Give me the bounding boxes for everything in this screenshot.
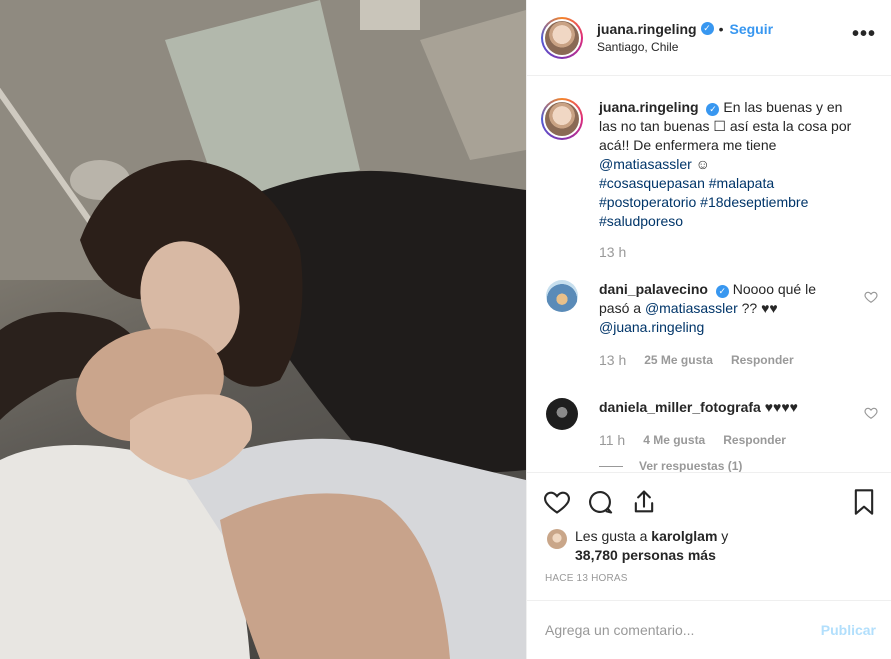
photo-illustration xyxy=(0,0,526,659)
liker-username[interactable]: karolglam xyxy=(651,528,717,544)
emoji-placeholder: ☐ xyxy=(713,118,726,134)
reply-button[interactable]: Responder xyxy=(723,431,786,450)
smile-emoji: ☺ xyxy=(691,156,710,172)
likes-count[interactable]: 38,780 personas más xyxy=(575,547,716,563)
heart-icon[interactable] xyxy=(543,488,571,516)
post-header: juana.ringeling ✓ • Seguir Santiago, Chi… xyxy=(527,0,891,76)
verified-badge-icon: ✓ xyxy=(715,285,729,298)
verified-badge-icon: ✓ xyxy=(700,22,714,35)
verified-badge-icon: ✓ xyxy=(706,103,720,116)
heart-icon[interactable] xyxy=(864,406,878,420)
reply-button[interactable]: Responder xyxy=(731,351,794,370)
bookmark-icon[interactable] xyxy=(850,488,878,516)
author-username[interactable]: juana.ringeling xyxy=(597,20,697,38)
follow-button[interactable]: Seguir xyxy=(729,20,773,38)
liker-avatar[interactable] xyxy=(547,529,567,549)
commenter-avatar[interactable] xyxy=(546,398,578,430)
replies-divider xyxy=(599,466,623,468)
liked-by-suffix: y xyxy=(717,528,729,544)
liked-by-prefix: Les gusta a xyxy=(575,528,652,544)
add-comment-bar: Agrega un comentario... Publicar xyxy=(527,600,891,659)
comment-item: daniela_miller_fotografa ♥♥♥♥ 11 h 4 Me … xyxy=(541,398,878,450)
mention-link[interactable]: @matiasassler xyxy=(645,300,738,316)
comment-icon[interactable] xyxy=(586,488,614,516)
separator-dot: • xyxy=(718,20,724,37)
commenter-username[interactable]: daniela_miller_fotografa xyxy=(599,399,761,415)
caption-avatar[interactable] xyxy=(541,98,583,140)
author-avatar[interactable] xyxy=(541,16,583,59)
post-location[interactable]: Santiago, Chile xyxy=(597,38,773,56)
comment-text: ♥♥♥♥ xyxy=(760,399,798,415)
post-side-panel: juana.ringeling ✓ • Seguir Santiago, Chi… xyxy=(526,0,891,659)
comment-item: dani_palavecino ✓ Noooo qué le pasó a @m… xyxy=(541,280,878,370)
post-timestamp[interactable]: HACE 13 HORAS xyxy=(545,573,628,584)
comment-time[interactable]: 11 h xyxy=(599,431,625,450)
caption-time[interactable]: 13 h xyxy=(599,243,626,262)
hashtags[interactable]: #cosasquepasan #malapata #postoperatorio… xyxy=(599,174,861,231)
instagram-post: juana.ringeling ✓ • Seguir Santiago, Chi… xyxy=(0,0,891,659)
share-icon[interactable] xyxy=(630,488,658,516)
liked-by: Les gusta a karolglam y 38,780 personas … xyxy=(547,527,728,565)
more-options-icon[interactable]: ••• xyxy=(852,24,876,44)
publish-button[interactable]: Publicar xyxy=(821,622,876,638)
mention-link[interactable]: @juana.ringeling xyxy=(599,319,704,335)
caption: juana.ringeling ✓ En las buenas y en las… xyxy=(541,98,878,262)
heart-icon[interactable] xyxy=(864,290,878,304)
comment-likes[interactable]: 25 Me gusta xyxy=(644,351,713,370)
comment-likes[interactable]: 4 Me gusta xyxy=(643,431,705,450)
commenter-avatar[interactable] xyxy=(546,280,578,312)
comment-text-2: ?? ♥♥ xyxy=(737,300,778,316)
mention-link[interactable]: @matiasassler xyxy=(599,156,692,172)
caption-username[interactable]: juana.ringeling xyxy=(599,99,699,115)
comments-list[interactable]: juana.ringeling ✓ En las buenas y en las… xyxy=(527,77,891,472)
comment-input[interactable]: Agrega un comentario... xyxy=(545,622,821,638)
post-photo[interactable] xyxy=(0,0,526,659)
commenter-username[interactable]: dani_palavecino xyxy=(599,281,708,297)
comment-time[interactable]: 13 h xyxy=(599,351,626,370)
view-replies-button[interactable]: Ver respuestas (1) xyxy=(599,459,742,472)
